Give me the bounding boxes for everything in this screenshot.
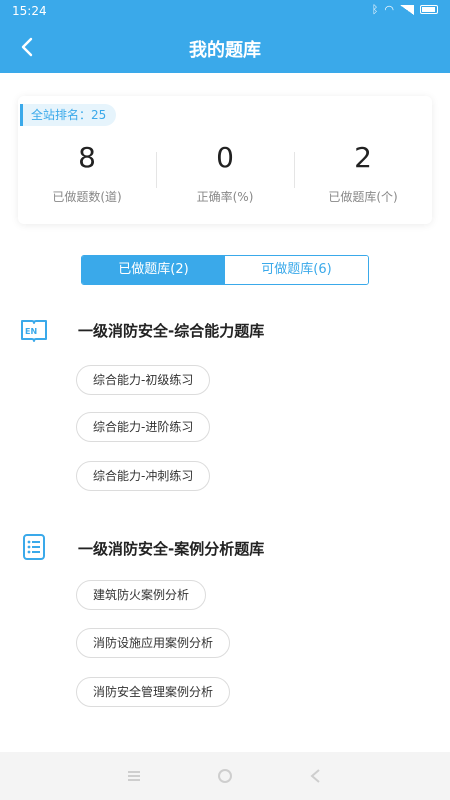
stat-value: 8 (78, 141, 96, 174)
status-bar: 15:24 ᛒ ◠ (0, 0, 450, 22)
rank-badge: 全站排名：25 (20, 104, 117, 126)
stats-card: 全站排名：25 8 已做题数(道) 0 正确率(%) 2 已做题库(个) (18, 96, 432, 224)
bank-tabs: 已做题库(2) 可做题库(6) (81, 255, 369, 285)
stat-done-banks: 2 已做题库(个) (294, 140, 432, 205)
back-triangle-icon[interactable] (307, 767, 325, 785)
practice-item-comprehensive-basic[interactable]: 综合能力-初级练习 (76, 365, 211, 395)
stat-accuracy: 0 正确率(%) (156, 140, 294, 205)
bluetooth-icon: ᛒ (371, 3, 379, 16)
app-header: 15:24 ᛒ ◠ 我的题库 (0, 0, 450, 73)
practice-item-safety-management-case[interactable]: 消防安全管理案例分析 (76, 677, 231, 707)
page-title: 我的题库 (189, 40, 261, 61)
tab-available-banks[interactable]: 可做题库(6) (225, 256, 368, 284)
stat-value: 2 (354, 141, 372, 174)
book-en-icon-text: EN (25, 327, 37, 336)
practice-item-facility-application-case[interactable]: 消防设施应用案例分析 (76, 628, 231, 658)
list-icon (23, 534, 45, 560)
section-title-case-analysis: 一级消防安全-案例分析题库 (78, 540, 265, 558)
menu-icon[interactable] (125, 767, 143, 785)
battery-icon (420, 5, 438, 14)
home-icon[interactable] (216, 767, 234, 785)
practice-item-building-fire-case[interactable]: 建筑防火案例分析 (76, 580, 207, 610)
status-time: 15:24 (12, 4, 47, 18)
practice-item-comprehensive-sprint[interactable]: 综合能力-冲刺练习 (76, 461, 211, 491)
stat-label: 已做题数(道) (52, 190, 122, 204)
practice-item-comprehensive-advanced[interactable]: 综合能力-进阶练习 (76, 412, 211, 442)
stat-label: 正确率(%) (196, 190, 254, 204)
stat-value: 0 (216, 141, 234, 174)
tab-done-banks[interactable]: 已做题库(2) (82, 256, 225, 284)
system-nav-bar (0, 752, 450, 800)
status-icons: ᛒ ◠ (372, 3, 438, 16)
section-title-comprehensive: 一级消防安全-综合能力题库 (78, 322, 265, 340)
signal-icon (400, 4, 414, 15)
stat-label: 已做题库(个) (328, 190, 398, 204)
wifi-icon: ◠ (384, 3, 394, 16)
stat-done-questions: 8 已做题数(道) (18, 140, 156, 205)
book-en-icon: EN (21, 320, 47, 342)
